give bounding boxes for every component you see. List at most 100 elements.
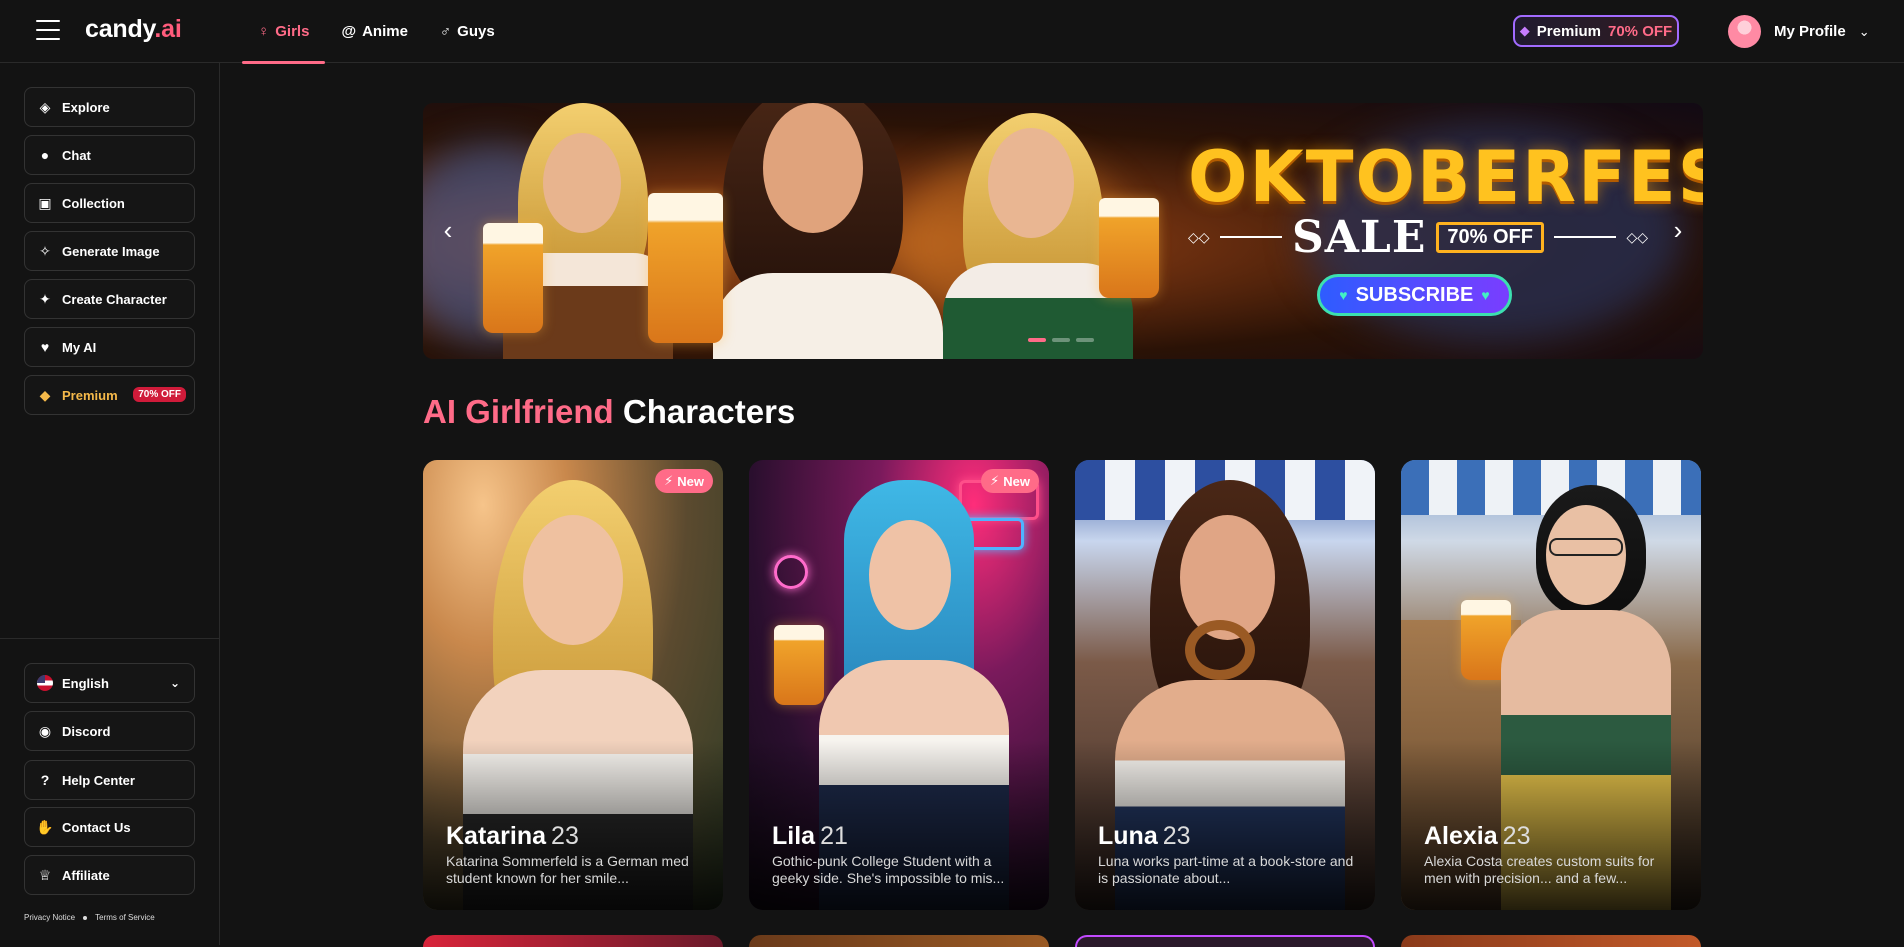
logo[interactable]: candy.ai bbox=[85, 15, 182, 44]
character-card[interactable]: ⚡ New Lila 21 Gothic-punk College Student … bbox=[749, 460, 1049, 910]
carousel-dots bbox=[1028, 338, 1094, 342]
sidebar-item-label: Create Character bbox=[62, 291, 167, 307]
sidebar-item-generate-image[interactable]: ✧ Generate Image bbox=[24, 231, 195, 271]
sidebar: ◈ Explore ● Chat ▣ Collection ✧ Generate… bbox=[0, 63, 220, 945]
sidebar-item-help-center[interactable]: ? Help Center bbox=[24, 760, 195, 800]
character-age: 23 bbox=[1162, 822, 1191, 850]
tab-guys-label: Guys bbox=[457, 23, 495, 40]
diamond-ornament-icon: ◇◇ bbox=[1626, 228, 1648, 245]
carousel-dot[interactable] bbox=[1052, 338, 1070, 342]
new-badge-label: New bbox=[1003, 473, 1030, 489]
character-card[interactable]: Luna 23 Luna works part-time at a book-st… bbox=[1075, 460, 1375, 910]
sidebar-item-label: Affiliate bbox=[62, 867, 110, 883]
category-tabs: ♀ Girls @ Anime ♂ Guys bbox=[242, 0, 511, 64]
character-card[interactable]: Alexia 23 Alexia Costa creates custom sui… bbox=[1401, 460, 1701, 910]
sidebar-item-label: Generate Image bbox=[62, 243, 160, 259]
sidebar-item-chat[interactable]: ● Chat bbox=[24, 135, 195, 175]
compass-icon: ◈ bbox=[39, 98, 51, 115]
subscribe-label: SUBSCRIBE bbox=[1355, 283, 1474, 306]
tab-anime-label: Anime bbox=[362, 23, 408, 40]
sale-badge: 70% OFF bbox=[1436, 221, 1544, 253]
sidebar-item-discord[interactable]: ◉ Discord bbox=[24, 711, 195, 751]
logo-suffix: .ai bbox=[154, 15, 182, 43]
carousel-dot[interactable] bbox=[1076, 338, 1094, 342]
sidebar-item-explore[interactable]: ◈ Explore bbox=[24, 87, 195, 127]
character-age: 23 bbox=[1502, 822, 1531, 850]
section-title-highlight: AI Girlfriend bbox=[423, 393, 614, 430]
tab-girls-label: Girls bbox=[275, 23, 310, 40]
character-name: Alexia bbox=[1424, 822, 1498, 850]
character-name-row: Lila 21 bbox=[772, 822, 848, 851]
character-name: Lila bbox=[772, 822, 816, 850]
sale-row: ◇◇ SALE 70% OFF ◇◇ bbox=[1188, 212, 1648, 263]
hearts-icon: ♥ bbox=[40, 339, 50, 355]
beer-mug bbox=[1099, 198, 1159, 298]
sidebar-item-contact-us[interactable]: ✋ Contact Us bbox=[24, 807, 195, 847]
chevron-right-icon: › bbox=[1673, 214, 1683, 245]
figure-face bbox=[869, 520, 951, 630]
sidebar-item-label: Premium bbox=[62, 387, 118, 403]
character-description: Katarina Sommerfeld is a German med stud… bbox=[446, 853, 689, 886]
sidebar-item-create-character[interactable]: ✦ Create Character bbox=[24, 279, 195, 319]
beer-mug bbox=[648, 193, 723, 343]
trophy-icon: ♕ bbox=[38, 866, 52, 883]
chevron-down-icon: ⌄ bbox=[169, 676, 180, 690]
carousel-prev-button[interactable]: ‹ bbox=[433, 215, 463, 245]
sidebar-item-label: Chat bbox=[62, 147, 91, 163]
language-label: English bbox=[62, 675, 109, 691]
tab-guys[interactable]: ♂ Guys bbox=[424, 0, 511, 63]
promo-banner[interactable]: OKTOBERFEST ◇◇ SALE 70% OFF ◇◇ ♥ SUBSCRI… bbox=[423, 103, 1703, 359]
sidebar-item-label: Collection bbox=[62, 195, 125, 211]
premium-discount: 70% OFF bbox=[1608, 22, 1673, 40]
subscribe-button[interactable]: ♥ SUBSCRIBE ♥ bbox=[1317, 274, 1512, 316]
sidebar-item-label: Help Center bbox=[62, 772, 135, 788]
sidebar-item-my-ai[interactable]: ♥ My AI bbox=[24, 327, 195, 367]
character-description: Gothic-punk College Student with a geeky… bbox=[772, 853, 1005, 886]
menu-icon[interactable] bbox=[36, 20, 60, 40]
character-name: Katarina bbox=[446, 822, 547, 850]
character-card-peek[interactable] bbox=[423, 935, 723, 947]
character-card-peek[interactable] bbox=[1075, 935, 1375, 947]
lightning-icon: ⚡ bbox=[990, 473, 1000, 488]
sidebar-item-label: My AI bbox=[62, 339, 97, 355]
tab-anime[interactable]: @ Anime bbox=[325, 0, 423, 63]
heart-icon: ♥ bbox=[1339, 287, 1348, 303]
diamond-icon: ◆ bbox=[1519, 23, 1530, 38]
character-description: Alexia Costa creates custom suits for me… bbox=[1424, 853, 1655, 886]
character-age: 23 bbox=[551, 822, 579, 850]
banner-title: OKTOBERFEST bbox=[1188, 136, 1703, 218]
sidebar-item-premium[interactable]: ◆ Premium 70% OFF bbox=[24, 375, 195, 415]
character-card-peek[interactable] bbox=[1401, 935, 1701, 947]
chevron-down-icon: ⌄ bbox=[1858, 23, 1870, 39]
figure-face bbox=[543, 133, 621, 233]
glasses bbox=[1549, 538, 1623, 556]
sale-line bbox=[1219, 236, 1283, 238]
male-icon: ♂ bbox=[439, 23, 452, 40]
handshake-icon: ✋ bbox=[36, 818, 54, 835]
figure-face bbox=[523, 515, 623, 645]
character-card-peek[interactable] bbox=[749, 935, 1049, 947]
us-flag-icon bbox=[37, 675, 53, 691]
figure-dress bbox=[713, 273, 943, 359]
profile-menu[interactable]: My Profile ⌄ bbox=[1728, 15, 1870, 48]
language-select[interactable]: English ⌄ bbox=[24, 663, 195, 703]
character-card[interactable]: ⚡ New Katarina 23 Katarina Sommerfeld is a… bbox=[423, 460, 723, 910]
terms-of-service-link[interactable]: Terms of Service bbox=[95, 913, 155, 922]
section-title: AI Girlfriend Characters bbox=[423, 393, 795, 431]
separator-dot bbox=[83, 915, 88, 920]
character-name-row: Alexia 23 bbox=[1424, 822, 1530, 851]
sidebar-item-label: Discord bbox=[62, 723, 111, 739]
sidebar-item-collection[interactable]: ▣ Collection bbox=[24, 183, 195, 223]
discord-icon: ◉ bbox=[38, 722, 52, 739]
carousel-next-button[interactable]: › bbox=[1663, 215, 1693, 245]
sidebar-item-affiliate[interactable]: ♕ Affiliate bbox=[24, 855, 195, 895]
carousel-dot[interactable] bbox=[1028, 338, 1046, 342]
character-name-row: Luna 23 bbox=[1098, 822, 1191, 851]
profile-label: My Profile bbox=[1774, 23, 1846, 40]
female-icon: ♀ bbox=[258, 23, 270, 40]
tab-girls[interactable]: ♀ Girls bbox=[242, 0, 326, 64]
chat-bubble-icon: ● bbox=[40, 147, 50, 163]
premium-button[interactable]: ◆ Premium 70% OFF bbox=[1513, 15, 1679, 47]
new-badge: ⚡ New bbox=[981, 469, 1039, 493]
privacy-notice-link[interactable]: Privacy Notice bbox=[24, 913, 75, 922]
